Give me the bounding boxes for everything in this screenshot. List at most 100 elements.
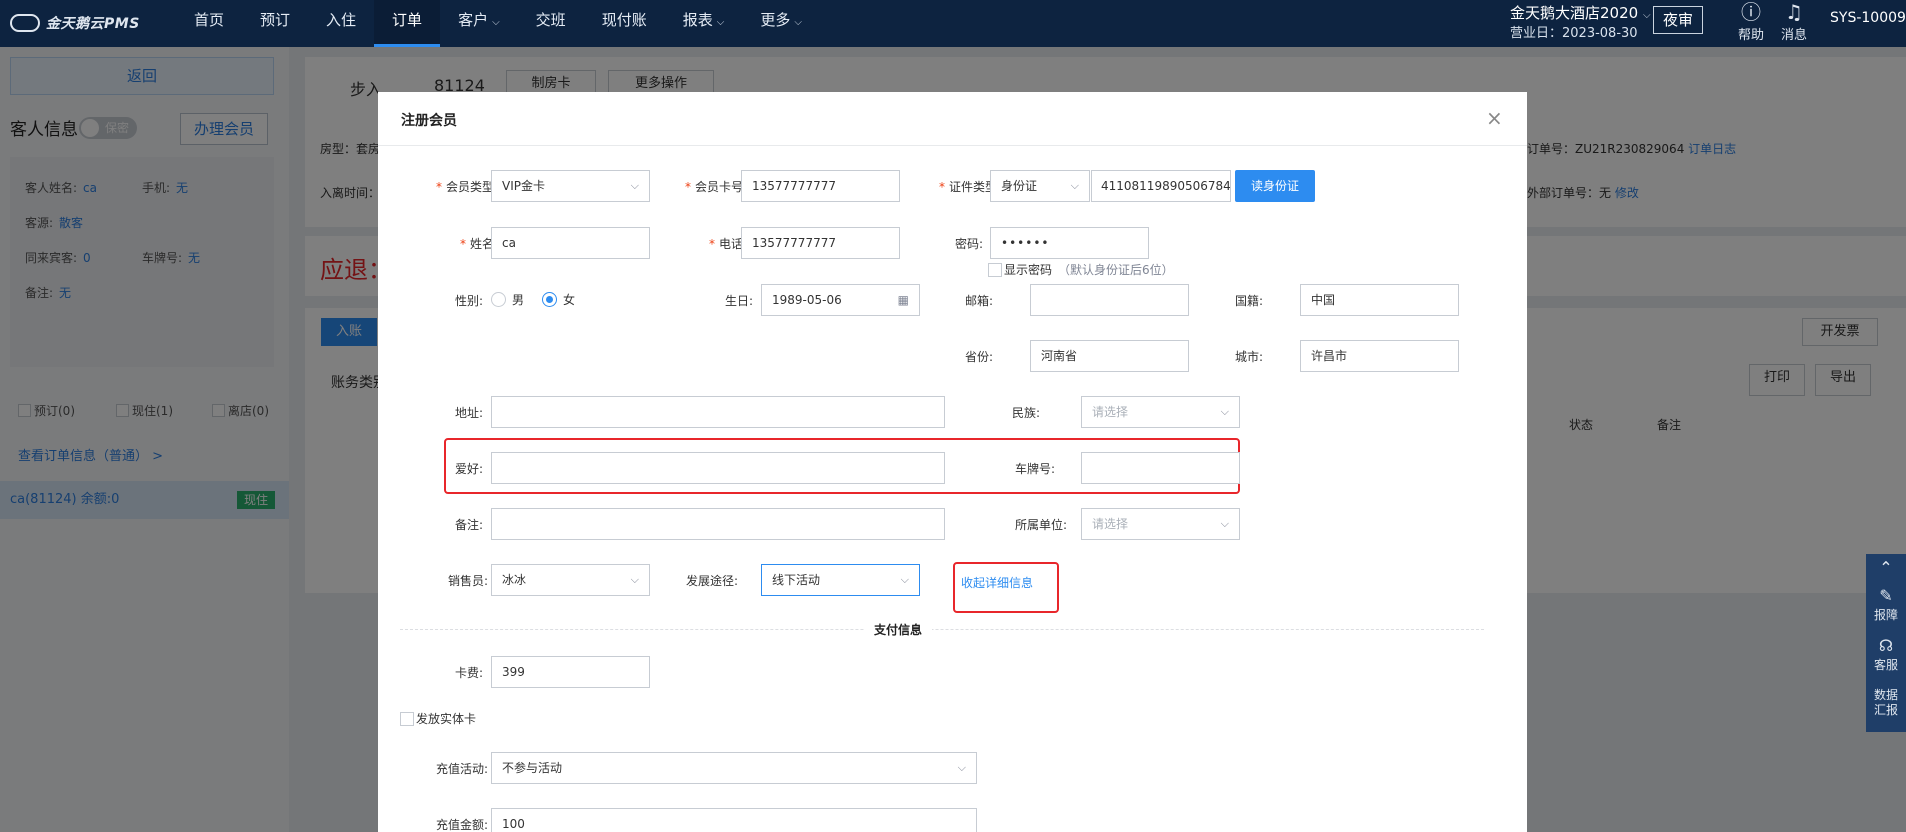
top-navbar: 金天鹅云PMS 首页 预订 入住 订单 客户 ⌵ 交班 现付账 报表 ⌵ 更多 ⌵ 金… [0,0,1906,47]
radio-icon [542,292,557,307]
show-password-checkbox[interactable]: 显示密码 （默认身份证后6位） [988,261,1174,278]
id-type-select[interactable]: 身份证 ⌵ [990,170,1090,202]
ethnicity-select[interactable]: 请选择 ⌵ [1081,396,1240,428]
chevron-down-icon: ⌵ [630,179,639,192]
gender-female-radio[interactable]: 女 [542,291,575,308]
logo-text: 金天鹅云PMS [46,16,140,32]
chevron-down-icon: ⌵ [957,761,966,774]
password-label: 密码: [954,237,983,251]
channel-select[interactable]: 线下活动 ⌵ [761,564,920,596]
company-select[interactable]: 请选择 ⌵ [1081,508,1240,540]
address-input[interactable] [491,396,945,428]
city-label: 城市: [1234,350,1263,364]
chevron-down-icon: ⌵ [1070,179,1079,192]
remark-input[interactable] [491,508,945,540]
plate-input[interactable] [1081,452,1240,484]
email-label: 邮箱: [964,294,993,308]
chevron-down-icon: ⌵ [630,573,639,586]
birthday-label: 生日: [724,294,753,308]
nationality-input[interactable]: 中国 [1300,284,1459,316]
sales-select[interactable]: 冰冰 ⌵ [491,564,650,596]
remark-label: 备注: [454,518,483,532]
hobby-input[interactable] [491,452,945,484]
chevron-down-icon: ⌵ [900,573,909,586]
messages-button[interactable]: ♫ 消息 [1774,0,1814,43]
password-input[interactable]: •••••• [990,227,1149,259]
register-member-modal: 注册会员 × * 会员类型: VIP金卡 ⌵ * 会员卡号: 13577777777 … [378,92,1527,832]
nav-item-orders[interactable]: 订单 [374,0,441,47]
user-menu[interactable]: SYS-10009 ⌵ [1830,10,1906,26]
nav-item-home[interactable]: 首页 [176,0,242,47]
calendar-icon: ▦ [897,293,909,307]
recharge-activity-label: 充值活动: [435,762,488,776]
nav-item-reservation[interactable]: 预订 [242,0,308,47]
chevron-down-icon: ⌵ [1220,517,1229,530]
phone-label: * 电话: [708,237,747,251]
section-divider [400,629,1484,630]
collapse-details-link[interactable]: 收起详细信息 [961,574,1033,591]
province-input[interactable]: 河南省 [1030,340,1189,372]
recharge-amount-label: 充值金额: [435,818,488,832]
data-summary-button[interactable]: 数据汇报 [1866,688,1906,718]
member-type-select[interactable]: VIP金卡 ⌵ [491,170,650,202]
sales-label: 销售员: [447,574,488,588]
cloud-icon [10,14,40,32]
card-fee-label: 卡费: [454,666,483,680]
name-label: * 姓名: [459,237,498,251]
radio-icon [491,292,506,307]
id-type-label: * 证件类型: [938,180,1001,194]
night-audit-button[interactable]: 夜审 [1653,6,1703,34]
help-icon: ⓘ [1741,0,1761,24]
nav-item-reports[interactable]: 报表 ⌵ [665,0,743,47]
modal-header: 注册会员 × [378,92,1527,146]
recharge-activity-select[interactable]: 不参与活动 ⌵ [491,752,977,784]
chevron-down-icon: ⌵ [1220,405,1229,418]
birthday-picker[interactable]: 1989-05-06 ▦ [761,284,920,316]
member-type-label: * 会员类型: [435,180,498,194]
report-fault-button[interactable]: ✎ 报障 [1866,586,1906,623]
card-fee-input[interactable]: 399 [491,656,650,688]
city-input[interactable]: 许昌市 [1300,340,1459,372]
main-nav: 首页 预订 入住 订单 客户 ⌵ 交班 现付账 报表 ⌵ 更多 ⌵ [176,0,820,47]
address-label: 地址: [454,406,483,420]
gender-male-radio[interactable]: 男 [491,291,524,308]
help-button[interactable]: ⓘ 帮助 [1731,0,1771,43]
name-input[interactable]: ca [491,227,650,259]
chevron-down-icon: ⌵ [1642,10,1651,21]
hotel-selector[interactable]: 金天鹅大酒店2020 ⌵ [1510,2,1651,23]
nav-item-cash-account[interactable]: 现付账 [584,0,665,47]
nationality-label: 国籍: [1234,294,1263,308]
nav-item-customers[interactable]: 客户 ⌵ [440,0,518,47]
chevron-down-icon: ⌵ [716,17,725,28]
issue-physical-card-checkbox[interactable]: 发放实体卡 [400,710,476,727]
chevron-down-icon: ⌵ [492,17,500,28]
chevron-up-icon: ⌃ [1879,558,1893,577]
read-id-button[interactable]: 读身份证 [1235,170,1315,202]
phone-input[interactable]: 13577777777 [741,227,900,259]
chevron-down-icon: ⌵ [794,17,802,28]
business-day: 营业日：2023-08-30 [1510,26,1638,41]
company-label: 所属单位: [1014,518,1067,532]
id-number-input[interactable]: 411081198905067845 [1091,170,1231,202]
nav-item-checkin[interactable]: 入住 [308,0,374,47]
channel-label: 发展途径: [685,574,738,588]
gender-label: 性别: [454,294,483,308]
email-input[interactable] [1030,284,1189,316]
nav-item-more[interactable]: 更多 ⌵ [742,0,820,47]
close-icon[interactable]: × [1486,106,1503,130]
customer-service-button[interactable]: ☊ 客服 [1866,636,1906,673]
ethnicity-label: 民族: [1011,406,1040,420]
wrench-icon: ✎ [1879,586,1893,605]
payment-section-title: 支付信息 [864,621,933,638]
collapse-up-button[interactable]: ⌃ [1866,558,1906,578]
card-no-label: * 会员卡号: [684,180,747,194]
nav-item-shift[interactable]: 交班 [518,0,584,47]
plate-label: 车牌号: [1014,462,1055,476]
recharge-amount-input[interactable]: 100 [491,808,977,832]
hobby-label: 爱好: [454,462,483,476]
card-no-input[interactable]: 13577777777 [741,170,900,202]
app-logo[interactable]: 金天鹅云PMS [10,10,140,36]
checkbox-icon [988,262,1002,277]
checkbox-icon [400,711,414,726]
modal-title: 注册会员 [401,113,457,129]
